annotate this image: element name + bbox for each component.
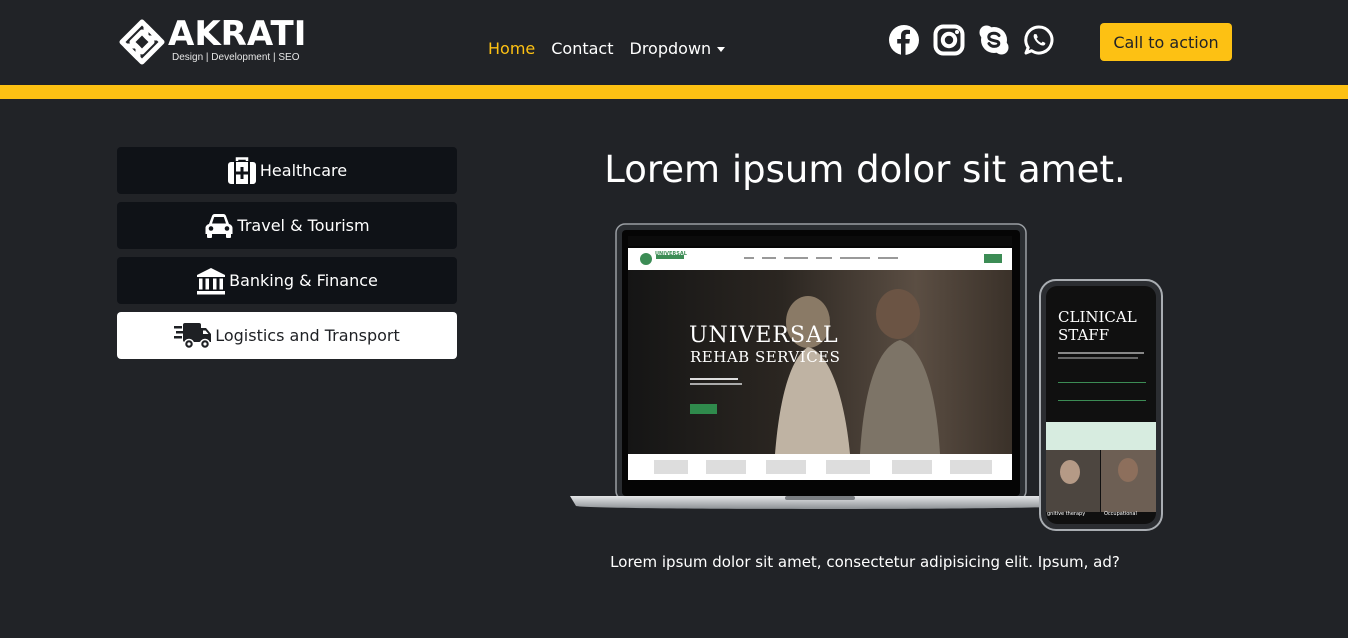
category-logistics-transport[interactable]: Logistics and Transport: [117, 312, 457, 359]
facebook-icon[interactable]: [888, 24, 920, 56]
category-menu: Healthcare Travel & Tourism Banking & Fi…: [117, 147, 457, 367]
device-mockup-illustration: [570, 223, 1163, 531]
mockup-phone-label-left: gnitive therapy: [1047, 511, 1086, 517]
brand-tagline: Design | Development | SEO: [172, 52, 300, 63]
mockup-phone-label-right: Occupational: [1104, 511, 1137, 517]
category-label: Banking & Finance: [229, 271, 378, 290]
bank-icon: [197, 267, 226, 294]
device-mockup-image: UNIVERSAL REHAB SERVICES UNIVERSAL CLINI…: [570, 222, 1165, 534]
brand-logo[interactable]: AKRATI Design | Development | SEO: [118, 14, 318, 66]
mockup-phone-subheading: STAFF: [1058, 326, 1110, 344]
nav-link-contact[interactable]: Contact: [551, 39, 613, 58]
instagram-icon[interactable]: [933, 24, 965, 56]
whatsapp-icon[interactable]: [1023, 24, 1055, 56]
nav-link-home[interactable]: Home: [488, 39, 535, 58]
accent-divider: [0, 85, 1348, 99]
category-label: Travel & Tourism: [237, 216, 370, 235]
car-icon: [205, 213, 233, 238]
nav-dropdown-label: Dropdown: [629, 39, 712, 58]
social-links: [888, 24, 1055, 56]
truck-icon: [174, 322, 212, 349]
mockup-laptop-heading: UNIVERSAL: [689, 323, 839, 348]
section-title: Lorem ipsum dolor sit amet.: [604, 148, 1126, 191]
mockup-laptop-subheading: REHAB SERVICES: [690, 348, 841, 366]
medkit-icon: [227, 156, 256, 184]
mockup-laptop-brand: UNIVERSAL: [655, 251, 687, 257]
mockup-phone-heading: CLINICAL: [1058, 308, 1137, 326]
call-to-action-button[interactable]: Call to action: [1100, 23, 1232, 61]
category-banking-finance[interactable]: Banking & Finance: [117, 257, 457, 304]
main-nav: Home Contact Dropdown: [488, 39, 741, 58]
category-travel-tourism[interactable]: Travel & Tourism: [117, 202, 457, 249]
category-label: Logistics and Transport: [215, 326, 400, 345]
section-caption: Lorem ipsum dolor sit amet, consectetur …: [610, 553, 1120, 571]
brand-name: AKRATI: [168, 14, 307, 54]
category-label: Healthcare: [259, 161, 348, 180]
caret-down-icon: [717, 47, 726, 52]
category-healthcare[interactable]: Healthcare: [117, 147, 457, 194]
skype-icon[interactable]: [978, 24, 1010, 56]
navbar: AKRATI Design | Development | SEO Home C…: [0, 0, 1348, 85]
logo-mark-icon: [119, 19, 165, 65]
nav-dropdown[interactable]: Dropdown: [630, 39, 726, 58]
